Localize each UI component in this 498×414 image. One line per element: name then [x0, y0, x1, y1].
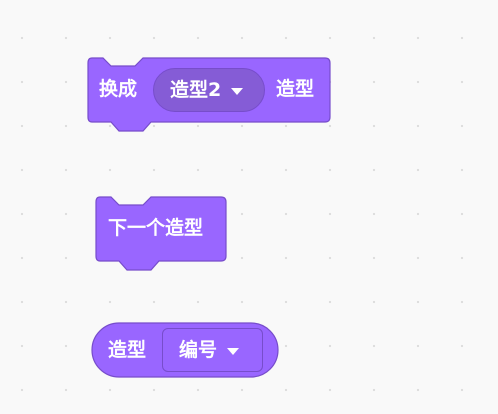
costume-menu-dropdown[interactable]: 造型2	[153, 68, 265, 112]
next-costume-block-shape[interactable]	[95, 196, 229, 276]
caret-down-icon	[227, 347, 240, 355]
costume-attribute-dropdown[interactable]: 编号	[162, 328, 263, 372]
costume-menu-value: 造型2	[170, 78, 222, 101]
caret-down-icon	[231, 87, 244, 95]
costume-attribute-value: 编号	[179, 338, 218, 361]
